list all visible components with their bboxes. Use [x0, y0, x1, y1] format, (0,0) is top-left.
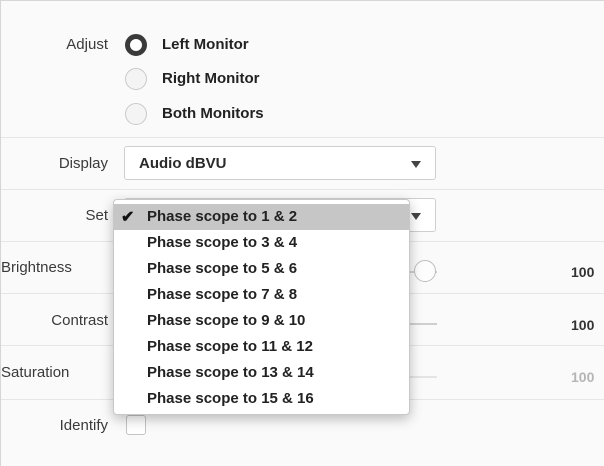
menu-item-label: Phase scope to 3 & 4	[147, 234, 298, 251]
chevron-down-icon	[411, 161, 421, 168]
chevron-down-icon	[411, 213, 421, 220]
divider	[1, 137, 604, 138]
brightness-slider-knob[interactable]	[414, 260, 436, 282]
menu-item-phase-5-6[interactable]: Phase scope to 5 & 6	[114, 256, 409, 282]
menu-item-label: Phase scope to 9 & 10	[147, 312, 306, 329]
contrast-value: 100	[571, 317, 595, 333]
menu-item-label: Phase scope to 5 & 6	[147, 260, 298, 277]
menu-item-phase-13-14[interactable]: Phase scope to 13 & 14	[114, 360, 409, 386]
saturation-value: 100	[571, 369, 595, 385]
display-select[interactable]: Audio dBVU	[124, 146, 436, 180]
menu-item-phase-3-4[interactable]: Phase scope to 3 & 4	[114, 230, 409, 256]
radio-both-monitors-label[interactable]: Both Monitors	[162, 105, 264, 122]
contrast-label: Contrast	[51, 312, 108, 329]
radio-left-monitor[interactable]	[125, 34, 147, 56]
menu-item-label: Phase scope to 11 & 12	[147, 338, 313, 355]
menu-item-label: Phase scope to 1 & 2	[147, 208, 298, 225]
saturation-label: Saturation	[1, 364, 70, 381]
menu-item-phase-15-16[interactable]: Phase scope to 15 & 16	[114, 386, 409, 412]
display-label: Display	[58, 155, 108, 172]
radio-right-monitor-label[interactable]: Right Monitor	[162, 70, 259, 87]
menu-item-phase-11-12[interactable]: Phase scope to 11 & 12	[114, 334, 409, 360]
identify-checkbox[interactable]	[126, 415, 146, 435]
menu-item-phase-9-10[interactable]: Phase scope to 9 & 10	[114, 308, 409, 334]
display-select-value: Audio dBVU	[139, 155, 227, 172]
menu-item-phase-1-2[interactable]: ✔ Phase scope to 1 & 2	[114, 204, 409, 230]
divider	[1, 189, 604, 190]
radio-right-monitor[interactable]	[125, 68, 147, 90]
adjust-label: Adjust	[66, 36, 108, 53]
identify-label: Identify	[59, 417, 108, 434]
menu-item-label: Phase scope to 7 & 8	[147, 286, 298, 303]
set-label: Set	[85, 207, 108, 224]
check-icon: ✔	[121, 209, 135, 226]
brightness-value: 100	[571, 264, 595, 280]
set-dropdown-menu: ✔ Phase scope to 1 & 2 Phase scope to 3 …	[113, 199, 410, 415]
radio-both-monitors[interactable]	[125, 103, 147, 125]
menu-item-phase-7-8[interactable]: Phase scope to 7 & 8	[114, 282, 409, 308]
brightness-label: Brightness	[1, 259, 72, 276]
menu-item-label: Phase scope to 13 & 14	[147, 364, 314, 381]
radio-left-monitor-label[interactable]: Left Monitor	[162, 36, 249, 53]
menu-item-label: Phase scope to 15 & 16	[147, 390, 314, 407]
